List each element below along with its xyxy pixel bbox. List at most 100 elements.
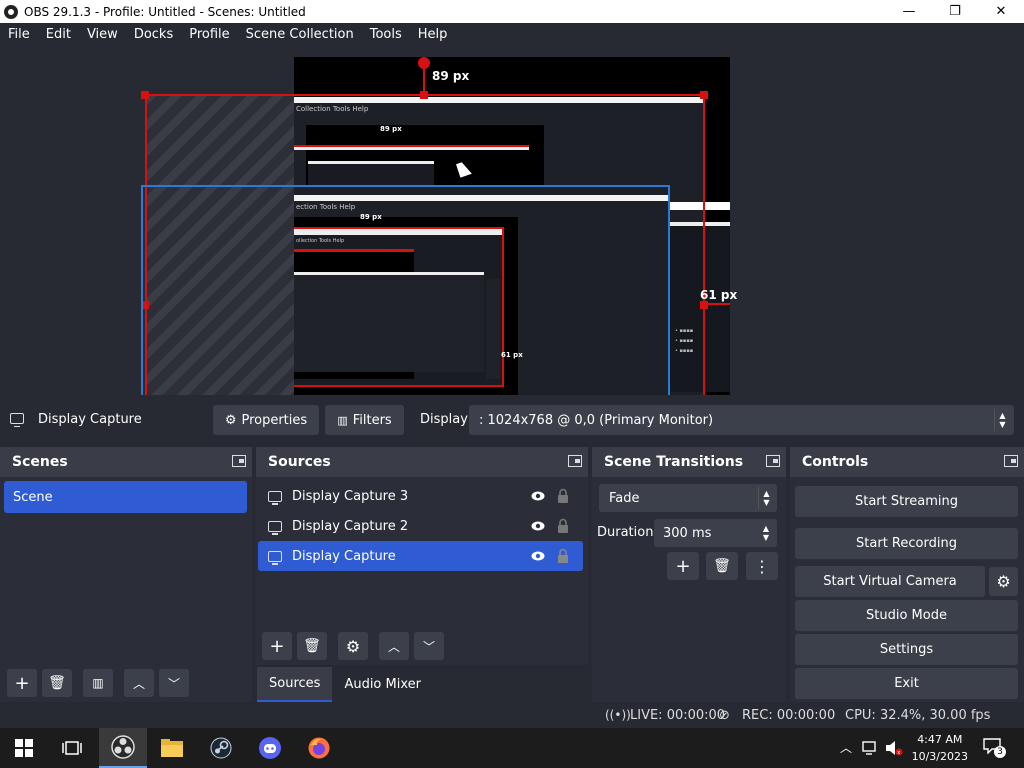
scene-list-item[interactable]: Scene <box>4 481 247 513</box>
title-bar: OBS 29.1.3 - Profile: Untitled - Scenes:… <box>0 0 1024 23</box>
controls-dock-header: Controls <box>790 447 1024 477</box>
add-scene-button[interactable]: + <box>7 669 37 697</box>
resize-handle-top-left[interactable] <box>141 91 149 99</box>
properties-button[interactable]: ⚙ Properties <box>213 405 319 435</box>
transition-select[interactable]: Fade ▲ ▼ <box>599 484 777 512</box>
network-icon[interactable] <box>862 741 880 755</box>
volume-muted-icon[interactable]: x <box>884 740 904 756</box>
tab-sources[interactable]: Sources <box>257 667 333 702</box>
dock-float-icon[interactable] <box>1004 455 1018 467</box>
monitor-icon <box>268 550 282 565</box>
source-item-selected[interactable]: Display Capture <box>258 541 583 571</box>
resize-handle-top-right[interactable] <box>700 91 708 99</box>
source-name: Display Capture 2 <box>292 518 409 534</box>
dock-tabs: Sources Audio Mixer <box>257 667 433 702</box>
taskbar-obs[interactable] <box>99 728 147 768</box>
cpu-status: CPU: 32.4%, 30.00 fps <box>845 708 991 723</box>
start-virtual-camera-button[interactable]: Start Virtual Camera <box>795 566 985 597</box>
taskbar-file-explorer[interactable] <box>148 728 196 768</box>
source-item[interactable]: Display Capture 3 <box>258 481 583 511</box>
source-item[interactable]: Display Capture 2 <box>258 511 583 541</box>
move-source-down-button[interactable]: ﹀ <box>414 632 444 660</box>
move-scene-up-button[interactable]: ︿ <box>124 669 154 697</box>
chevron-up-icon: ︿ <box>387 639 400 654</box>
preview-canvas[interactable]: Collection Tools Help 89 px • ▪▪▪▪ • ▪▪▪▪… <box>0 47 1024 395</box>
plus-icon: + <box>14 672 30 694</box>
hovered-source-box[interactable] <box>141 185 670 395</box>
lock-icon[interactable] <box>557 518 569 534</box>
menu-view[interactable]: View <box>79 23 126 47</box>
notification-center-button[interactable]: 3 <box>983 738 1006 758</box>
firefox-icon <box>308 737 330 759</box>
menu-profile[interactable]: Profile <box>181 23 237 47</box>
dock-float-icon[interactable] <box>568 455 582 467</box>
chevron-up-icon[interactable]: ︿ <box>840 739 852 756</box>
properties-label: Properties <box>241 412 308 428</box>
settings-button[interactable]: Settings <box>795 634 1018 665</box>
taskbar-clock[interactable]: 4:47 AM 10/3/2023 <box>912 731 968 765</box>
lock-icon[interactable] <box>557 548 569 564</box>
taskbar: ︿ x 4:47 AM 10/3/2023 3 <box>0 728 1024 768</box>
discord-icon <box>259 737 281 759</box>
maximize-button[interactable]: ❐ <box>932 0 978 23</box>
plus-icon: + <box>675 555 691 577</box>
source-properties-button[interactable]: ⚙ <box>338 632 368 660</box>
start-recording-button[interactable]: Start Recording <box>795 528 1018 559</box>
windows-icon <box>15 739 33 757</box>
exit-button[interactable]: Exit <box>795 668 1018 699</box>
menu-file[interactable]: File <box>0 23 38 47</box>
rec-status: REC: 00:00:00 <box>742 708 836 723</box>
filter-icon: ▥ <box>337 413 348 427</box>
selected-source-label: Display Capture <box>38 412 142 427</box>
scenes-title: Scenes <box>12 454 68 470</box>
menu-docks[interactable]: Docks <box>126 23 181 47</box>
scenes-dock: Scenes Scene + 🗑 ▥ ︿ ﹀ <box>0 447 252 702</box>
taskbar-discord[interactable] <box>246 728 294 768</box>
add-source-button[interactable]: + <box>262 632 292 660</box>
menu-scene-collection[interactable]: Scene Collection <box>238 23 362 47</box>
start-button[interactable] <box>0 728 48 768</box>
duration-spinbox[interactable]: 300 ms ▲ ▼ <box>654 519 777 547</box>
menu-edit[interactable]: Edit <box>38 23 79 47</box>
remove-scene-button[interactable]: 🗑 <box>42 669 72 697</box>
gear-icon: ⚙ <box>224 412 237 428</box>
remove-source-button[interactable]: 🗑 <box>297 632 327 660</box>
monitor-icon <box>268 490 282 505</box>
dock-float-icon[interactable] <box>766 455 780 467</box>
minimize-button[interactable]: — <box>886 0 932 23</box>
virtual-camera-settings-button[interactable]: ⚙ <box>989 567 1018 596</box>
menu-tools[interactable]: Tools <box>362 23 410 47</box>
eye-icon[interactable] <box>531 490 545 502</box>
menu-help[interactable]: Help <box>410 23 456 47</box>
notification-count-badge: 3 <box>994 746 1006 758</box>
more-vertical-icon: ⋮ <box>754 556 770 576</box>
display-select[interactable]: : 1024x768 @ 0,0 (Primary Monitor) ▲ ▼ <box>469 405 1014 435</box>
scene-filters-button[interactable]: ▥ <box>83 669 113 697</box>
taskbar-steam[interactable] <box>197 728 245 768</box>
start-streaming-button[interactable]: Start Streaming <box>795 486 1018 517</box>
move-scene-down-button[interactable]: ﹀ <box>159 669 189 697</box>
close-button[interactable]: ✕ <box>978 0 1024 23</box>
live-status: LIVE: 00:00:00 <box>630 708 726 723</box>
filter-icon: ▥ <box>92 676 104 690</box>
eye-icon[interactable] <box>531 550 545 562</box>
tab-audio-mixer[interactable]: Audio Mixer <box>332 667 433 702</box>
dock-float-icon[interactable] <box>232 455 246 467</box>
task-view-button[interactable] <box>48 728 96 768</box>
remove-transition-button[interactable]: 🗑 <box>706 552 738 580</box>
transition-properties-button[interactable]: ⋮ <box>746 552 778 580</box>
source-name: Display Capture <box>292 548 396 564</box>
scenes-dock-header: Scenes <box>0 447 252 477</box>
obs-logo-icon <box>4 4 18 19</box>
move-source-up-button[interactable]: ︿ <box>379 632 409 660</box>
transition-value: Fade <box>609 490 640 506</box>
studio-mode-button[interactable]: Studio Mode <box>795 600 1018 631</box>
add-transition-button[interactable]: + <box>667 552 699 580</box>
eye-icon[interactable] <box>531 520 545 532</box>
spin-arrows-icon[interactable]: ▲ ▼ <box>758 522 774 544</box>
trash-icon: 🗑 <box>48 675 66 691</box>
filters-button[interactable]: ▥ Filters <box>325 405 404 435</box>
window-title: OBS 29.1.3 - Profile: Untitled - Scenes:… <box>24 4 306 19</box>
taskbar-firefox[interactable] <box>295 728 343 768</box>
lock-icon[interactable] <box>557 488 569 504</box>
